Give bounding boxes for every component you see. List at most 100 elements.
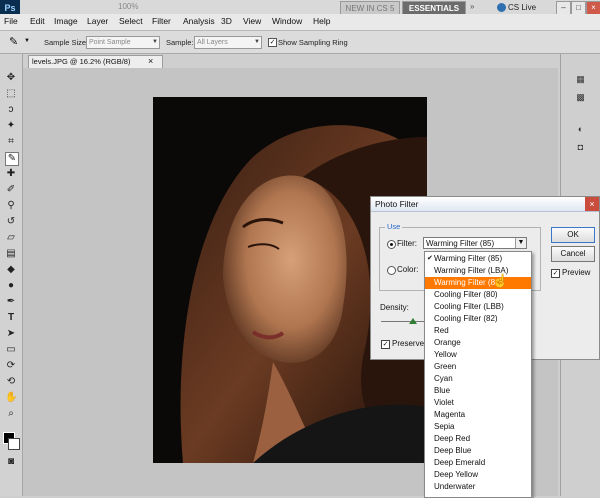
move-tool-icon[interactable]: ✥ bbox=[5, 72, 17, 84]
dropdown-item-deep-red[interactable]: Deep Red bbox=[425, 433, 531, 445]
swatches-panel-icon[interactable]: ▩ bbox=[575, 92, 586, 103]
minimize-icon[interactable]: – bbox=[556, 1, 571, 15]
menu-image[interactable]: Image bbox=[54, 16, 78, 26]
tool-preset-caret-icon[interactable]: ▼ bbox=[24, 38, 30, 44]
cs-live-button[interactable]: CS Live bbox=[508, 1, 552, 14]
3d-camera-tool-icon[interactable]: ⟲ bbox=[5, 376, 17, 388]
dropdown-item-warming-85[interactable]: ✔ Warming Filter (85) bbox=[425, 253, 531, 265]
dropdown-item-label: Cooling Filter (LBB) bbox=[434, 302, 504, 311]
dropdown-item-deep-emerald[interactable]: Deep Emerald bbox=[425, 457, 531, 469]
menu-3d[interactable]: 3D bbox=[221, 16, 232, 26]
dropdown-item-deep-blue[interactable]: Deep Blue bbox=[425, 445, 531, 457]
blur-tool-icon[interactable]: ◆ bbox=[5, 264, 17, 276]
menu-file[interactable]: File bbox=[4, 16, 18, 26]
quick-mask-icon[interactable]: ◙ bbox=[5, 456, 17, 468]
preserve-luminosity-checkbox[interactable]: ✓ bbox=[381, 340, 390, 349]
3d-rotate-tool-icon[interactable]: ⟳ bbox=[5, 360, 17, 372]
dropdown-item-label: Sepia bbox=[434, 422, 455, 431]
filter-dropdown-list: ✔ Warming Filter (85) Warming Filter (LBA… bbox=[424, 251, 532, 498]
window-close-icon[interactable]: × bbox=[586, 1, 600, 15]
menu-select[interactable]: Select bbox=[119, 16, 143, 26]
menu-view[interactable]: View bbox=[243, 16, 261, 26]
document-tab-title: levels.JPG @ 16.2% (RGB/8) bbox=[32, 57, 131, 66]
maximize-icon[interactable]: □ bbox=[571, 1, 586, 15]
color-panel-icon[interactable]: ▦ bbox=[575, 74, 586, 85]
marquee-tool-icon[interactable]: ⬚ bbox=[5, 88, 17, 100]
clone-stamp-tool-icon[interactable]: ⚲ bbox=[5, 200, 17, 212]
zoom-level[interactable]: 100% bbox=[118, 2, 138, 11]
dropdown-item-label: Warming Filter (85) bbox=[434, 254, 503, 263]
menu-filter[interactable]: Filter bbox=[152, 16, 171, 26]
ok-button[interactable]: OK bbox=[551, 227, 595, 243]
cs-live-icon[interactable] bbox=[497, 3, 506, 12]
dropdown-item-label: Deep Red bbox=[434, 434, 471, 443]
more-workspaces-icon[interactable]: » bbox=[470, 2, 474, 11]
dropdown-item-cooling-80[interactable]: Cooling Filter (80) bbox=[425, 289, 531, 301]
dropdown-item-label: Blue bbox=[434, 386, 451, 395]
chevron-down-icon[interactable]: ▼ bbox=[515, 238, 526, 248]
dropdown-item-blue[interactable]: Blue bbox=[425, 385, 531, 397]
menu-layer[interactable]: Layer bbox=[87, 16, 108, 26]
sample-select[interactable]: All Layers ▼ bbox=[194, 36, 262, 49]
dropdown-item-cooling-82[interactable]: Cooling Filter (82) bbox=[425, 313, 531, 325]
filter-radio[interactable] bbox=[387, 240, 396, 249]
zoom-tool-icon[interactable]: ⌕ bbox=[5, 408, 17, 420]
sample-size-caret-icon: ▼ bbox=[152, 39, 158, 45]
eyedropper-tool-icon[interactable]: ✎ bbox=[5, 152, 19, 166]
dropdown-item-label: Orange bbox=[434, 338, 461, 347]
eraser-tool-icon[interactable]: ▱ bbox=[5, 232, 17, 244]
dropdown-item-green[interactable]: Green bbox=[425, 361, 531, 373]
dialog-close-icon[interactable]: × bbox=[585, 197, 599, 211]
dropdown-item-label: Magenta bbox=[434, 410, 466, 419]
shape-tool-icon[interactable]: ▭ bbox=[5, 344, 17, 356]
preview-checkbox[interactable]: ✓ bbox=[551, 269, 560, 278]
preserve-luminosity-label: Preserve bbox=[392, 339, 425, 348]
dropdown-item-magenta[interactable]: Magenta bbox=[425, 409, 531, 421]
filter-select[interactable]: Warming Filter (85) ▼ bbox=[423, 237, 527, 249]
lasso-tool-icon[interactable]: ↄ bbox=[5, 104, 17, 116]
hand-tool-icon[interactable]: ✋ bbox=[5, 392, 17, 404]
menu-analysis[interactable]: Analysis bbox=[183, 16, 215, 26]
color-radio[interactable] bbox=[387, 266, 396, 275]
brush-tool-icon[interactable]: ✐ bbox=[5, 184, 17, 196]
dropdown-item-label: Red bbox=[434, 326, 449, 335]
menu-window[interactable]: Window bbox=[272, 16, 302, 26]
history-brush-tool-icon[interactable]: ↺ bbox=[5, 216, 17, 228]
dropdown-item-cooling-lbb[interactable]: Cooling Filter (LBB) bbox=[425, 301, 531, 313]
dropdown-item-label: Yellow bbox=[434, 350, 457, 359]
dropdown-item-cyan[interactable]: Cyan bbox=[425, 373, 531, 385]
dropdown-item-warming-81[interactable]: Warming Filter (81) bbox=[425, 277, 531, 289]
gradient-tool-icon[interactable]: ▤ bbox=[5, 248, 17, 260]
dodge-tool-icon[interactable]: ● bbox=[5, 280, 17, 292]
density-slider-thumb[interactable] bbox=[409, 318, 417, 324]
document-tab-close-icon[interactable]: × bbox=[148, 56, 153, 66]
path-selection-tool-icon[interactable]: ➤ bbox=[5, 328, 17, 340]
menu-help[interactable]: Help bbox=[313, 16, 330, 26]
dropdown-item-violet[interactable]: Violet bbox=[425, 397, 531, 409]
show-sampling-ring-checkbox[interactable]: ✓ bbox=[268, 38, 277, 47]
cancel-button[interactable]: Cancel bbox=[551, 246, 595, 262]
dropdown-item-orange[interactable]: Orange bbox=[425, 337, 531, 349]
menu-edit[interactable]: Edit bbox=[30, 16, 45, 26]
dropdown-item-red[interactable]: Red bbox=[425, 325, 531, 337]
adjustments-panel-icon[interactable]: ◐ bbox=[575, 124, 586, 135]
quick-select-tool-icon[interactable]: ✦ bbox=[5, 120, 17, 132]
dropdown-item-deep-yellow[interactable]: Deep Yellow bbox=[425, 469, 531, 481]
dialog-title: Photo Filter bbox=[371, 197, 599, 212]
background-color-swatch[interactable] bbox=[8, 438, 20, 450]
crop-tool-icon[interactable]: ⌗ bbox=[5, 136, 17, 148]
document-tab[interactable]: levels.JPG @ 16.2% (RGB/8) bbox=[28, 55, 163, 68]
preview-label: Preview bbox=[562, 268, 591, 277]
healing-brush-tool-icon[interactable]: ✚ bbox=[5, 168, 17, 180]
type-tool-icon[interactable]: T bbox=[5, 312, 17, 324]
filter-select-value: Warming Filter (85) bbox=[426, 239, 495, 248]
eyedropper-tool-icon[interactable]: ✎ bbox=[9, 35, 18, 48]
dropdown-item-label: Violet bbox=[434, 398, 454, 407]
masks-panel-icon[interactable]: ◘ bbox=[575, 142, 586, 153]
dropdown-item-warming-lba[interactable]: Warming Filter (LBA) bbox=[425, 265, 531, 277]
dropdown-item-underwater[interactable]: Underwater bbox=[425, 481, 531, 493]
sample-size-select[interactable]: Point Sample ▼ bbox=[86, 36, 160, 49]
dropdown-item-sepia[interactable]: Sepia bbox=[425, 421, 531, 433]
pen-tool-icon[interactable]: ✒ bbox=[5, 296, 17, 308]
dropdown-item-yellow[interactable]: Yellow bbox=[425, 349, 531, 361]
